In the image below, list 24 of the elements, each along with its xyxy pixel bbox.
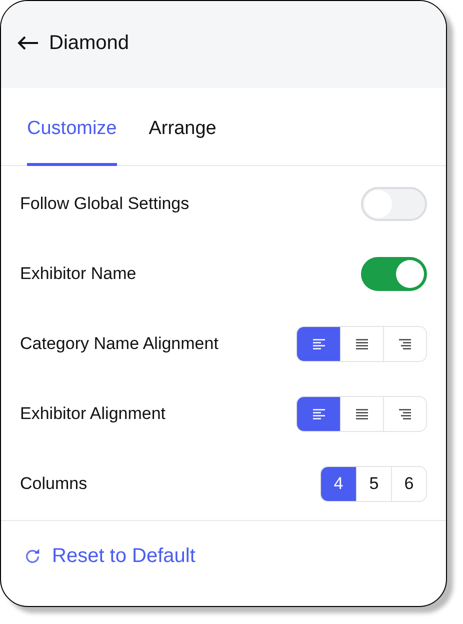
alignment-option[interactable] xyxy=(383,397,426,431)
alignment-option[interactable] xyxy=(383,327,426,361)
setting-label: Exhibitor Name xyxy=(20,263,136,286)
alignment-option[interactable] xyxy=(297,397,340,431)
back-arrow-icon[interactable] xyxy=(17,36,39,50)
align-left-icon xyxy=(312,408,324,420)
align-right-icon xyxy=(399,338,411,350)
toggle-switch[interactable] xyxy=(361,257,427,291)
setting-label: Exhibitor Alignment xyxy=(20,403,166,426)
refresh-icon xyxy=(23,546,42,566)
column-option[interactable]: 4 xyxy=(321,467,356,501)
align-center-icon xyxy=(356,338,368,350)
align-right-icon xyxy=(399,408,411,420)
page-title: Diamond xyxy=(49,30,130,56)
tab[interactable]: Arrange xyxy=(148,114,216,166)
setting-label: Category Name Alignment xyxy=(20,333,218,356)
alignment-option[interactable] xyxy=(297,327,340,361)
align-left-icon xyxy=(312,338,324,350)
reset-button[interactable]: Reset to Default xyxy=(23,541,196,571)
tab[interactable]: Customize xyxy=(27,114,117,166)
align-center-icon xyxy=(356,408,368,420)
column-option[interactable]: 6 xyxy=(391,467,426,501)
setting-label: Follow Global Settings xyxy=(20,193,190,216)
setting-label: Columns xyxy=(20,473,88,496)
